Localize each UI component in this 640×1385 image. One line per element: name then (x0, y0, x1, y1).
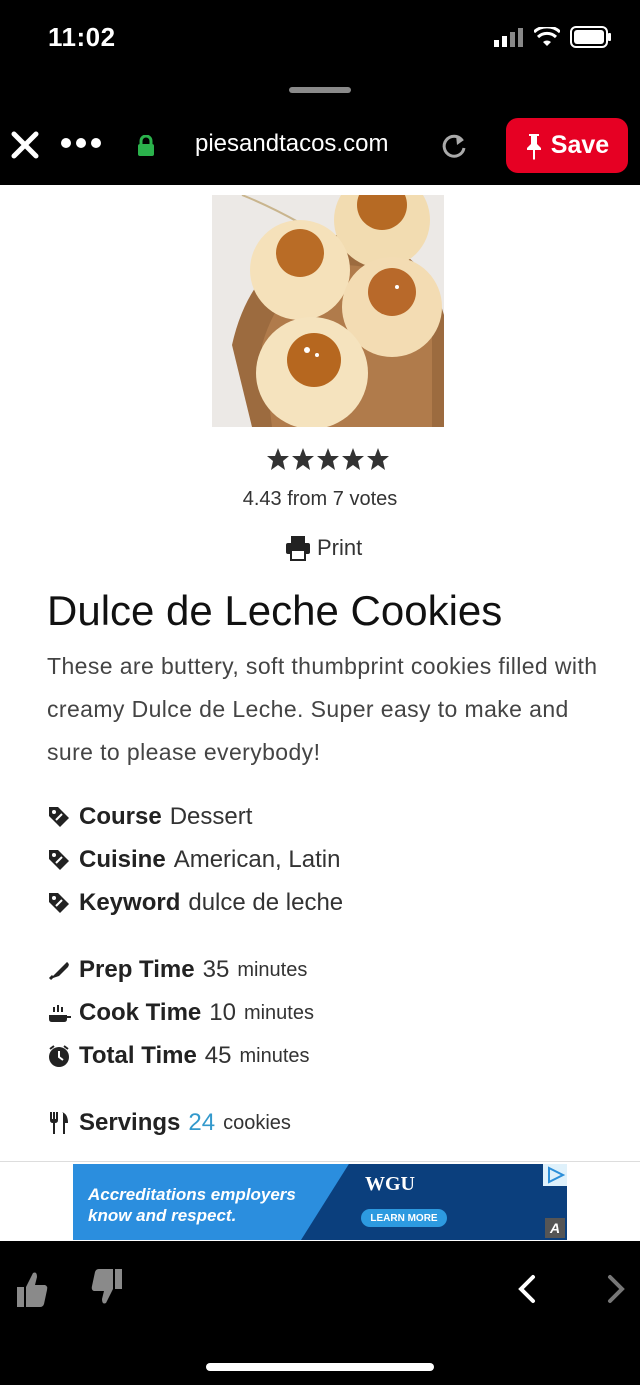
wifi-icon (534, 27, 560, 46)
course-label: Course (79, 803, 162, 830)
ad-choices-icon[interactable] (543, 1164, 567, 1186)
battery-icon (570, 26, 611, 48)
prep-time-label: Prep Time (79, 956, 195, 983)
ad-brand-logo: WGU (365, 1173, 415, 1195)
print-button[interactable]: Print (285, 535, 362, 561)
forward-icon[interactable] (604, 1273, 628, 1305)
cook-time-unit: minutes (243, 1001, 314, 1024)
utensils-icon (50, 1112, 68, 1134)
cuisine-row: Cuisine American, Latin (47, 846, 340, 874)
knife-icon (48, 962, 69, 981)
total-time-label: Total Time (79, 1042, 197, 1069)
prep-time-value: 35 (202, 956, 230, 983)
close-icon[interactable] (10, 130, 40, 160)
keyword-label: Keyword (79, 889, 181, 916)
ad-logo-icon: A (545, 1218, 565, 1238)
rating-text: 4.43 from 7 votes (242, 488, 398, 510)
keyword-row: Keyword dulce de leche (47, 889, 343, 917)
star-icon[interactable] (366, 447, 390, 471)
print-label: Print (317, 535, 363, 560)
save-button[interactable]: Save (506, 118, 628, 173)
ad-banner[interactable]: Accreditations employers know and respec… (73, 1164, 567, 1240)
cook-time-row: Cook Time 10 minutes (47, 999, 314, 1027)
servings-label: Servings (79, 1109, 181, 1136)
cuisine-label: Cuisine (79, 846, 166, 873)
home-indicator[interactable] (206, 1363, 434, 1371)
total-time-unit: minutes (239, 1044, 310, 1067)
thumbs-up-icon[interactable] (15, 1269, 49, 1309)
back-icon[interactable] (515, 1273, 539, 1305)
status-icons (494, 26, 612, 48)
ad-divider (0, 1161, 640, 1162)
star-icon[interactable] (291, 447, 315, 471)
tag-icon (49, 807, 69, 827)
tag-icon (49, 893, 69, 913)
cook-time-label: Cook Time (79, 999, 202, 1026)
status-bar: 11:02 (0, 0, 640, 80)
pan-icon (49, 1005, 71, 1022)
printer-icon (286, 536, 310, 561)
prep-time-row: Prep Time 35 minutes (47, 956, 307, 984)
pin-icon (526, 133, 541, 160)
sheet-grabber[interactable] (289, 87, 351, 93)
url-text[interactable]: piesandtacos.com (195, 130, 388, 158)
course-value: Dessert (169, 803, 253, 830)
prep-time-unit: minutes (237, 958, 308, 981)
star-icon[interactable] (266, 447, 290, 471)
cuisine-value: American, Latin (173, 846, 341, 873)
reload-icon[interactable] (440, 132, 468, 160)
page-content: 4.43 from 7 votes Print Dulce de Leche C… (0, 185, 640, 1241)
recipe-title: Dulce de Leche Cookies (47, 587, 503, 634)
thumbs-down-icon[interactable] (90, 1267, 124, 1307)
lock-icon (138, 135, 154, 156)
clock-icon (49, 1045, 69, 1067)
cook-time-value: 10 (209, 999, 236, 1026)
star-icon[interactable] (341, 447, 365, 471)
ad-headline: Accreditations employers know and respec… (88, 1185, 296, 1225)
signal-icon (494, 28, 523, 47)
rating-stars[interactable] (266, 447, 390, 471)
recipe-description: These are buttery, soft thumbprint cooki… (47, 653, 598, 765)
keyword-value: dulce de leche (188, 889, 344, 916)
tag-icon (49, 850, 69, 870)
servings-unit: cookies (223, 1111, 291, 1134)
status-time: 11:02 (48, 22, 116, 52)
ad-cta-button[interactable]: LEARN MORE (361, 1209, 447, 1227)
total-time-row: Total Time 45 minutes (47, 1042, 310, 1070)
total-time-value: 45 (204, 1042, 232, 1069)
recipe-image (212, 195, 444, 427)
more-icon[interactable] (60, 132, 102, 154)
save-label: Save (550, 131, 610, 159)
browser-bar: piesandtacos.com Save (0, 100, 640, 185)
course-row: Course Dessert (47, 803, 252, 831)
servings-value[interactable]: 24 (188, 1109, 215, 1137)
bottom-toolbar (0, 1241, 640, 1385)
servings-row: Servings 24 cookies (47, 1109, 291, 1137)
star-icon[interactable] (316, 447, 340, 471)
